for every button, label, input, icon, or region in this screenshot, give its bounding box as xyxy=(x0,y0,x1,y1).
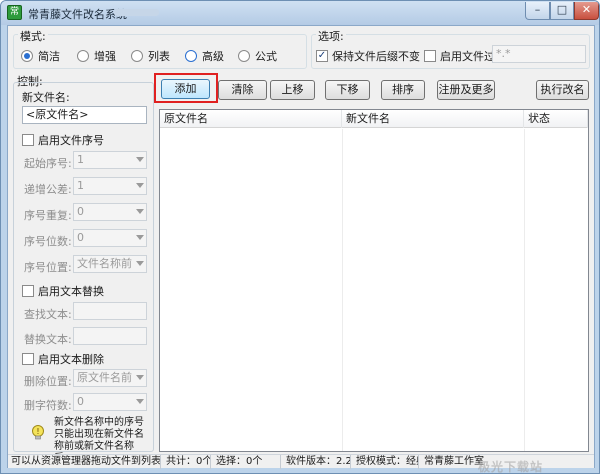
delete-position-combo[interactable]: 原文件名前 xyxy=(73,369,147,387)
register-button[interactable]: 注册及更多 xyxy=(437,80,495,100)
mode-option-label: 简洁 xyxy=(38,50,60,63)
column-divider xyxy=(342,129,343,451)
chevron-down-icon xyxy=(136,209,144,214)
enable-replace-checkbox[interactable]: 启用文本替换 xyxy=(22,283,104,299)
chevron-down-icon xyxy=(136,261,144,266)
mode-radio-advanced[interactable]: 高级 xyxy=(185,48,224,64)
status-total: 共计：0个 xyxy=(163,455,211,469)
enable-replace-label: 启用文本替换 xyxy=(38,285,104,298)
radio-icon xyxy=(77,50,89,62)
seq-position-value: 文件名称前 xyxy=(77,257,132,270)
find-text-label: 查找文本: xyxy=(24,308,72,321)
mode-option-label: 公式 xyxy=(255,50,277,63)
status-selected: 选择：0个 xyxy=(213,455,281,469)
maximize-button[interactable]: □ xyxy=(550,2,574,20)
radio-icon xyxy=(238,50,250,62)
chevron-down-icon xyxy=(136,375,144,380)
file-filter-input[interactable]: *.* xyxy=(492,45,586,63)
title-redaction xyxy=(114,9,159,16)
delete-position-label: 删除位置: xyxy=(24,375,72,388)
enable-delete-label: 启用文本删除 xyxy=(38,353,104,366)
column-divider xyxy=(524,129,525,451)
svg-text:!: ! xyxy=(36,427,39,436)
enable-seq-checkbox[interactable]: 启用文件序号 xyxy=(22,132,104,148)
keep-extension-label: 保持文件后缀不变 xyxy=(332,50,420,63)
checkmark-icon: ✓ xyxy=(316,50,328,62)
file-list-header: 原文件名 新文件名 状态 xyxy=(160,110,588,128)
status-license: 授权模式：经典 xyxy=(353,455,419,469)
bulb-tip-icon: ! xyxy=(32,425,44,440)
start-seq-label: 起始序号: xyxy=(24,157,72,170)
step-label: 递增公差: xyxy=(24,183,72,196)
repeat-value: 0 xyxy=(77,205,84,218)
mode-option-label: 列表 xyxy=(148,50,170,63)
close-button[interactable]: ✕ xyxy=(574,2,599,20)
step-combo[interactable]: 1 xyxy=(73,177,147,195)
control-panel: 新文件名: <原文件名> 启用文件序号 起始序号: 1 递增公差: 1 序号重复… xyxy=(13,82,154,464)
repeat-combo[interactable]: 0 xyxy=(73,203,147,221)
mode-radio-enhanced[interactable]: 增强 xyxy=(77,48,116,64)
move-up-button[interactable]: 上移 xyxy=(270,80,315,100)
column-original-name[interactable]: 原文件名 xyxy=(160,110,342,128)
delete-count-combo[interactable]: 0 xyxy=(73,393,147,411)
watermark: 极光下载站 xz7.com xyxy=(478,460,544,474)
new-name-label: 新文件名: xyxy=(22,91,70,104)
replace-text-label: 替换文本: xyxy=(24,333,72,346)
column-new-name[interactable]: 新文件名 xyxy=(342,110,524,128)
main-client-area: 模式: 简洁 增强 列表 高级 公式 选项: ✓ 保持文件后缀不变 启用文件过滤… xyxy=(7,25,595,473)
options-group: 选项: ✓ 保持文件后缀不变 启用文件过滤 *.* xyxy=(311,28,590,69)
mode-radio-list[interactable]: 列表 xyxy=(131,48,170,64)
chevron-down-icon xyxy=(136,183,144,188)
column-status[interactable]: 状态 xyxy=(524,110,588,128)
mode-radio-formula[interactable]: 公式 xyxy=(238,48,277,64)
chevron-down-icon xyxy=(136,399,144,404)
execute-rename-button[interactable]: 执行改名 xyxy=(536,80,589,100)
mode-option-label: 高级 xyxy=(202,50,224,63)
status-hint: 可以从资源管理器拖动文件到列表 xyxy=(8,455,161,469)
radio-icon xyxy=(131,50,143,62)
mode-label: 模式: xyxy=(18,28,48,44)
status-version: 软件版本：2.20 xyxy=(283,455,351,469)
title-bar[interactable]: 常 常青藤文件改名系统 – □ ✕ xyxy=(1,1,599,25)
chevron-down-icon xyxy=(136,235,144,240)
file-list[interactable]: 原文件名 新文件名 状态 xyxy=(159,109,589,452)
keep-extension-checkbox[interactable]: ✓ 保持文件后缀不变 xyxy=(316,48,420,64)
checkbox-icon xyxy=(22,285,34,297)
repeat-label: 序号重复: xyxy=(24,209,72,222)
clear-button[interactable]: 清除 xyxy=(218,80,267,100)
checkbox-icon xyxy=(22,134,34,146)
delete-count-value: 0 xyxy=(77,395,84,408)
find-text-input[interactable] xyxy=(73,302,147,320)
checkbox-icon xyxy=(424,50,436,62)
sort-button[interactable]: 排序 xyxy=(381,80,425,100)
digits-value: 0 xyxy=(77,231,84,244)
minimize-button[interactable]: – xyxy=(525,2,550,20)
options-label: 选项: xyxy=(316,28,346,44)
mode-option-label: 增强 xyxy=(94,50,116,63)
mode-radio-simple[interactable]: 简洁 xyxy=(21,48,60,64)
app-window: 常 常青藤文件改名系统 – □ ✕ 模式: 简洁 增强 列表 高级 公式 选项:… xyxy=(0,0,600,474)
digits-combo[interactable]: 0 xyxy=(73,229,147,247)
add-button-highlight xyxy=(154,73,218,103)
step-value: 1 xyxy=(77,179,84,192)
enable-seq-label: 启用文件序号 xyxy=(38,134,104,147)
delete-position-value: 原文件名前 xyxy=(77,371,132,384)
start-seq-combo[interactable]: 1 xyxy=(73,151,147,169)
start-seq-value: 1 xyxy=(77,153,84,166)
chevron-down-icon xyxy=(136,157,144,162)
radio-icon xyxy=(21,50,33,62)
replace-text-input[interactable] xyxy=(73,327,147,345)
checkbox-icon xyxy=(22,353,34,365)
move-down-button[interactable]: 下移 xyxy=(325,80,370,100)
mode-group: 模式: 简洁 增强 列表 高级 公式 xyxy=(13,28,307,69)
digits-label: 序号位数: xyxy=(24,235,72,248)
seq-position-label: 序号位置: xyxy=(24,261,72,274)
app-icon: 常 xyxy=(7,5,22,20)
enable-delete-checkbox[interactable]: 启用文本删除 xyxy=(22,351,104,367)
seq-position-combo[interactable]: 文件名称前 xyxy=(73,255,147,273)
radio-icon xyxy=(185,50,197,62)
window-title: 常青藤文件改名系统 xyxy=(28,8,127,21)
new-name-input[interactable]: <原文件名> xyxy=(22,106,147,124)
delete-count-label: 删字符数: xyxy=(24,399,72,412)
